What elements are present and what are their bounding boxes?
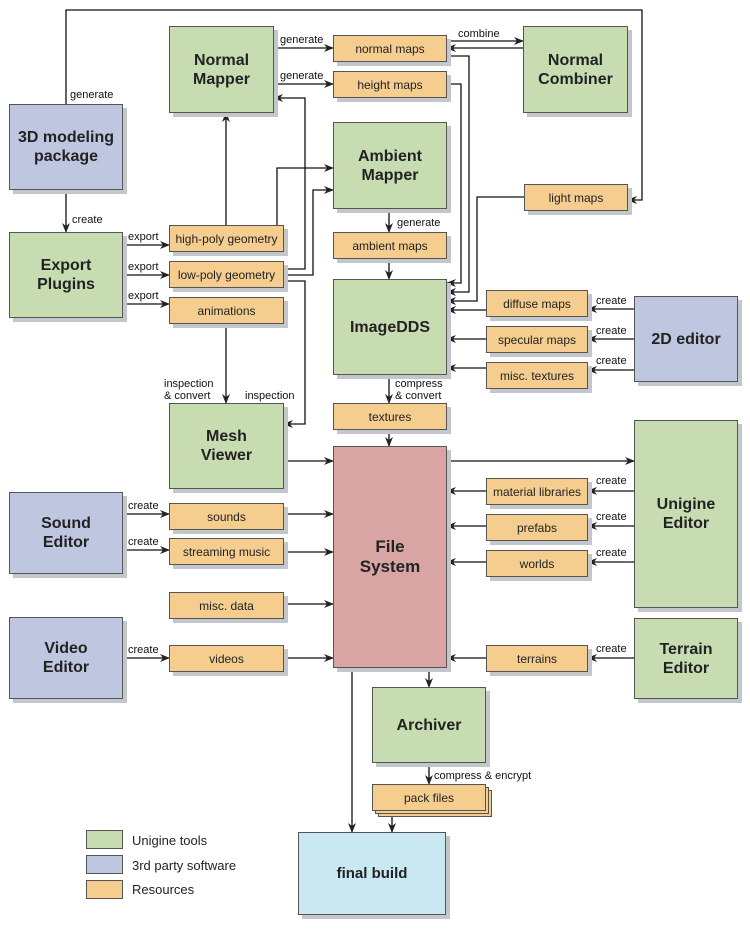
edge-label: create xyxy=(596,511,627,523)
edge-label: inspection xyxy=(245,390,295,402)
node-export-plugins: Export Plugins xyxy=(9,232,123,318)
node-animations: animations xyxy=(169,297,284,324)
node-mesh-viewer: Mesh Viewer xyxy=(169,403,284,489)
node-sounds: sounds xyxy=(169,503,284,530)
edge-label: generate xyxy=(280,70,323,82)
node-terrains: terrains xyxy=(486,645,588,672)
edge-label: compress xyxy=(395,378,443,390)
node-video-editor: Video Editor xyxy=(9,617,123,699)
edge-label: export xyxy=(128,261,159,273)
edge-label: create xyxy=(596,547,627,559)
edge-label: generate xyxy=(397,217,440,229)
edge-label: combine xyxy=(458,28,500,40)
node-pack-files: pack files xyxy=(372,784,486,811)
edge-label: inspection xyxy=(164,378,214,390)
edge-label: & convert xyxy=(164,390,210,402)
node-prefabs: prefabs xyxy=(486,514,588,541)
legend-label: Unigine tools xyxy=(132,833,208,848)
node-specular-maps: specular maps xyxy=(486,326,588,353)
arrow-low-poly-to-ambient-mapper xyxy=(284,186,334,276)
node-low-poly-geometry: low-poly geometry xyxy=(169,261,284,288)
edge-label: generate xyxy=(70,89,113,101)
node-3d-modeling-package: 3D modeling package xyxy=(9,104,123,190)
legend-label: Resources xyxy=(132,882,195,897)
node-file-system: File System xyxy=(333,446,447,668)
edge-label: & convert xyxy=(395,390,441,402)
legend-label: 3rd party software xyxy=(132,858,237,873)
edge-label: create xyxy=(128,644,159,656)
node-videos: videos xyxy=(169,645,284,672)
node-light-maps: light maps xyxy=(524,184,628,211)
node-textures: textures xyxy=(333,403,447,430)
pipeline-diagram: generate create export export export gen… xyxy=(0,0,750,930)
node-misc-data: misc. data xyxy=(169,592,284,619)
node-archiver: Archiver xyxy=(372,687,486,763)
edge-label: create xyxy=(72,214,103,226)
node-normal-mapper: Normal Mapper xyxy=(169,26,274,113)
node-ambient-maps: ambient maps xyxy=(333,232,447,259)
node-unigine-editor: Unigine Editor xyxy=(634,420,738,608)
edge-label: export xyxy=(128,290,159,302)
node-final-build: final build xyxy=(298,832,446,915)
node-normal-combiner: Normal Combiner xyxy=(523,26,628,113)
arrow-light-maps-to-imagedds xyxy=(446,196,524,305)
node-sound-editor: Sound Editor xyxy=(9,492,123,574)
legend-swatch-3rd-party xyxy=(86,855,123,874)
node-normal-maps: normal maps xyxy=(333,35,447,62)
legend-swatch-unigine-tools xyxy=(86,830,123,849)
node-ambient-mapper: Ambient Mapper xyxy=(333,122,447,209)
node-high-poly-geometry: high-poly geometry xyxy=(169,225,284,252)
edge-label: create xyxy=(128,500,159,512)
node-streaming-music: streaming music xyxy=(169,538,284,565)
node-diffuse-maps: diffuse maps xyxy=(486,290,588,317)
edge-label: create xyxy=(596,355,627,367)
node-terrain-editor: Terrain Editor xyxy=(634,618,738,699)
edge-label: generate xyxy=(280,34,323,46)
node-material-libraries: material libraries xyxy=(486,478,588,505)
legend-swatch-resources xyxy=(86,880,123,899)
edge-label: create xyxy=(596,295,627,307)
edge-label: compress & encrypt xyxy=(434,770,531,782)
node-misc-textures: misc. textures xyxy=(486,362,588,389)
node-height-maps: height maps xyxy=(333,71,447,98)
arrow-normal-maps-to-imagedds xyxy=(446,55,470,296)
edge-label: create xyxy=(596,475,627,487)
edge-label: export xyxy=(128,231,159,243)
node-worlds: worlds xyxy=(486,550,588,577)
arrow-height-maps-to-imagedds xyxy=(446,83,462,287)
arrow-low-poly-to-mesh-viewer xyxy=(283,280,306,428)
edge-label: create xyxy=(596,643,627,655)
node-2d-editor: 2D editor xyxy=(634,296,738,382)
edge-label: create xyxy=(596,325,627,337)
node-imagedds: ImageDDS xyxy=(333,279,447,375)
edge-label: create xyxy=(128,536,159,548)
